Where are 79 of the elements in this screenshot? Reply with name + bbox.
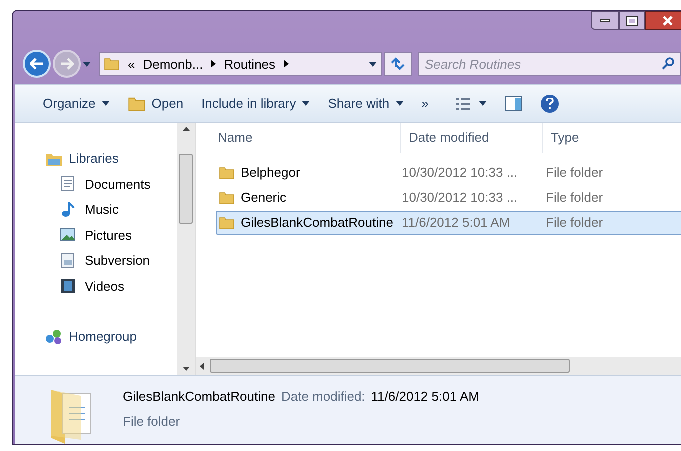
folder-icon bbox=[219, 165, 235, 181]
scroll-left-icon[interactable] bbox=[200, 362, 204, 370]
property-value: 11/6/2012 5:01 AM bbox=[371, 388, 480, 406]
item-name: GilesBlankCombatRoutine bbox=[123, 388, 276, 406]
folder-icon bbox=[219, 215, 235, 231]
column-header[interactable]: Name bbox=[196, 123, 401, 153]
music-note-icon bbox=[61, 202, 75, 218]
forward-button[interactable] bbox=[53, 50, 81, 78]
nav-item[interactable]: Documents bbox=[45, 174, 177, 194]
caret-icon bbox=[396, 101, 404, 106]
close-icon bbox=[663, 16, 673, 26]
date-cell-text: 10/30/2012 10:33 ... bbox=[402, 189, 519, 208]
type-cell-text: File folder bbox=[545, 189, 604, 208]
maximize-button[interactable] bbox=[619, 11, 645, 30]
nav-item[interactable]: Subversion bbox=[45, 251, 177, 270]
help-icon bbox=[546, 98, 554, 109]
file-row[interactable]: Belphegor 10/30/2012 10:33 ... File folder bbox=[216, 161, 681, 185]
nav-item[interactable]: Homegroup bbox=[45, 327, 177, 346]
picture-icon bbox=[60, 228, 76, 242]
vertical-scrollbar[interactable] bbox=[177, 123, 195, 375]
more-button[interactable]: » bbox=[422, 94, 429, 114]
address-bar[interactable]: « Demonb... Routines bbox=[99, 52, 382, 76]
refresh-button[interactable] bbox=[384, 52, 412, 76]
details-view-icon bbox=[454, 96, 471, 110]
toolbar-button[interactable]: Open bbox=[128, 94, 184, 114]
column-header[interactable]: Date modified bbox=[401, 123, 543, 153]
scroll-up-icon[interactable] bbox=[182, 127, 190, 131]
date-cell-text: 11/6/2012 5:01 AM bbox=[402, 214, 512, 232]
item-type: File folder bbox=[123, 412, 182, 430]
history-dropdown[interactable] bbox=[83, 59, 93, 70]
file-name: Belphegor bbox=[241, 164, 300, 182]
help-button[interactable] bbox=[540, 94, 559, 112]
film-icon bbox=[60, 278, 76, 294]
type-cell-text: File folder bbox=[545, 164, 604, 182]
preview-pane-button[interactable] bbox=[504, 96, 523, 112]
caret-icon bbox=[83, 62, 91, 67]
toolbar-button[interactable]: Organize bbox=[43, 94, 110, 114]
caret-icon bbox=[102, 101, 110, 106]
type-cell-text: File folder bbox=[545, 214, 604, 232]
date-cell-text: 10/30/2012 10:33 ... bbox=[402, 164, 519, 182]
close-button[interactable] bbox=[645, 11, 681, 30]
back-button[interactable] bbox=[23, 50, 51, 78]
file-row[interactable]: GilesBlankCombatRoutine 11/6/2012 5:01 AM File folder bbox=[216, 211, 681, 235]
toolbar-button[interactable]: Share with bbox=[328, 94, 404, 114]
homegroup-icon bbox=[45, 328, 63, 345]
scroll-thumb[interactable] bbox=[210, 359, 570, 373]
file-name: Generic bbox=[241, 189, 287, 208]
folder-icon bbox=[219, 190, 235, 206]
folder-icon bbox=[104, 56, 120, 72]
scroll-thumb[interactable] bbox=[179, 154, 193, 224]
chevron-right-icon bbox=[284, 60, 289, 68]
file-name: GilesBlankCombatRoutine bbox=[241, 214, 394, 232]
nav-item[interactable]: Music bbox=[45, 200, 177, 220]
caret-icon bbox=[478, 101, 487, 106]
property-label: Date modified: bbox=[281, 388, 366, 406]
refresh-icon bbox=[390, 57, 406, 72]
minimize-button[interactable] bbox=[591, 11, 619, 30]
file-row[interactable]: Generic 10/30/2012 10:33 ... File folder bbox=[216, 186, 681, 210]
forward-arrow-icon bbox=[60, 58, 74, 70]
scroll-down-icon[interactable] bbox=[182, 367, 190, 371]
breadcrumb[interactable]: « bbox=[128, 54, 136, 74]
chevron-right-icon bbox=[211, 60, 216, 68]
column-header[interactable]: Type bbox=[543, 123, 681, 153]
breadcrumb[interactable]: Routines bbox=[224, 54, 276, 74]
back-arrow-icon bbox=[30, 58, 44, 70]
preview-pane-icon bbox=[504, 96, 523, 112]
search-field[interactable]: Search Routines bbox=[418, 52, 681, 76]
nav-item[interactable]: Videos bbox=[45, 276, 177, 296]
view-options-button[interactable] bbox=[454, 96, 487, 110]
search-icon bbox=[662, 57, 675, 70]
document-icon bbox=[61, 176, 75, 192]
caret-icon bbox=[302, 101, 310, 106]
toolbar-button[interactable]: Include in library bbox=[202, 94, 310, 114]
breadcrumb[interactable]: Demonb... bbox=[143, 54, 204, 74]
nav-item[interactable]: Libraries bbox=[45, 149, 177, 168]
document-icon bbox=[61, 252, 75, 269]
horizontal-scrollbar[interactable] bbox=[196, 357, 681, 375]
nav-item[interactable]: Pictures bbox=[45, 226, 177, 245]
caret-icon bbox=[369, 62, 377, 67]
